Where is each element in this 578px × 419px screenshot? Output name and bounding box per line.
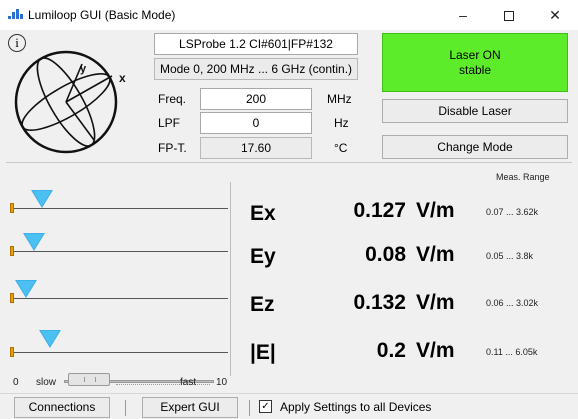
- level-marker-e[interactable]: [39, 330, 61, 348]
- lpf-unit: Hz: [334, 116, 349, 130]
- bottom-separator: [125, 400, 126, 416]
- quantity-name-ez: Ez: [250, 293, 275, 316]
- lpf-label: LPF: [158, 116, 181, 130]
- level-marker-ex[interactable]: [31, 190, 53, 208]
- speed-max-label: 10: [216, 377, 228, 388]
- bottom-separator: [249, 400, 250, 416]
- quantity-unit-ey: V/m: [416, 243, 455, 266]
- quantity-unit-e: V/m: [416, 339, 455, 362]
- speed-fast-label: fast: [180, 377, 197, 388]
- fpt-label: FP-T.: [158, 141, 187, 155]
- mode-field: Mode 0, 200 MHz ... 6 GHz (contin.): [154, 58, 358, 80]
- expert-gui-button[interactable]: Expert GUI: [142, 397, 238, 418]
- quantity-name-ey: Ey: [250, 245, 276, 268]
- lpf-input[interactable]: 0: [200, 112, 312, 134]
- laser-status-line2: stable: [458, 63, 492, 77]
- quantity-range-e: 0.11 ... 6.05k: [486, 347, 538, 357]
- level-tick-ez: [10, 293, 14, 303]
- quantity-value-ex: 0.127: [353, 199, 406, 222]
- freq-input[interactable]: 200: [200, 88, 312, 110]
- level-tick-ey: [10, 246, 14, 256]
- laser-status-button[interactable]: Laser ON stable: [382, 33, 568, 92]
- title-bar: Lumiloop GUI (Basic Mode) – ✕: [0, 0, 578, 30]
- maximize-button[interactable]: [486, 0, 532, 30]
- fpt-unit: °C: [334, 141, 348, 155]
- quantity-range-ex: 0.07 ... 3.62k: [486, 207, 539, 217]
- maximize-icon: [504, 11, 514, 22]
- level-tick-ex: [10, 203, 14, 213]
- change-mode-button[interactable]: Change Mode: [382, 135, 568, 159]
- window-title: Lumiloop GUI (Basic Mode): [28, 8, 176, 22]
- level-track-ez: [10, 298, 228, 299]
- speed-slow-label: slow: [36, 377, 57, 388]
- level-marker-ey[interactable]: [23, 233, 45, 251]
- quantity-unit-ex: V/m: [416, 199, 455, 222]
- level-marker-ez[interactable]: [15, 280, 37, 298]
- speed-min-label: 0: [13, 377, 19, 388]
- connections-button[interactable]: Connections: [14, 397, 110, 418]
- disable-laser-button[interactable]: Disable Laser: [382, 99, 568, 123]
- quantity-value-ez: 0.132: [353, 291, 406, 314]
- apply-all-label[interactable]: Apply Settings to all Devices: [280, 400, 431, 414]
- level-track-ex: [10, 208, 228, 209]
- level-tick-e: [10, 347, 14, 357]
- quantity-range-ey: 0.05 ... 3.8k: [486, 251, 534, 261]
- quantity-name-ex: Ex: [250, 202, 276, 225]
- probe-orientation-icon: x y: [14, 50, 126, 154]
- app-icon: [8, 9, 24, 21]
- level-track-ey: [10, 251, 228, 252]
- quantity-value-ey: 0.08: [365, 243, 406, 266]
- quantity-name-e: |E|: [250, 341, 276, 364]
- bottom-divider: [0, 393, 578, 394]
- freq-label: Freq.: [158, 92, 187, 106]
- divider: [6, 162, 572, 163]
- close-button[interactable]: ✕: [532, 0, 578, 30]
- quantity-value-e: 0.2: [376, 339, 406, 362]
- minimize-button[interactable]: –: [440, 0, 486, 30]
- quantity-unit-ez: V/m: [416, 291, 455, 314]
- axis-x-label: x: [119, 71, 126, 85]
- apply-all-checkbox[interactable]: ✓: [259, 400, 272, 413]
- speed-slider-thumb[interactable]: [68, 373, 110, 386]
- fpt-field: 17.60: [200, 137, 312, 159]
- quantity-range-ez: 0.06 ... 3.02k: [486, 298, 539, 308]
- laser-status-line1: Laser ON: [449, 48, 501, 62]
- vertical-divider: [230, 182, 231, 376]
- probe-id-field: LSProbe 1.2 CI#601|FP#132: [154, 33, 358, 55]
- axis-y-label: y: [80, 63, 87, 75]
- range-header: Meas. Range: [496, 172, 550, 182]
- freq-unit: MHz: [327, 92, 352, 106]
- level-track-e: [10, 352, 228, 353]
